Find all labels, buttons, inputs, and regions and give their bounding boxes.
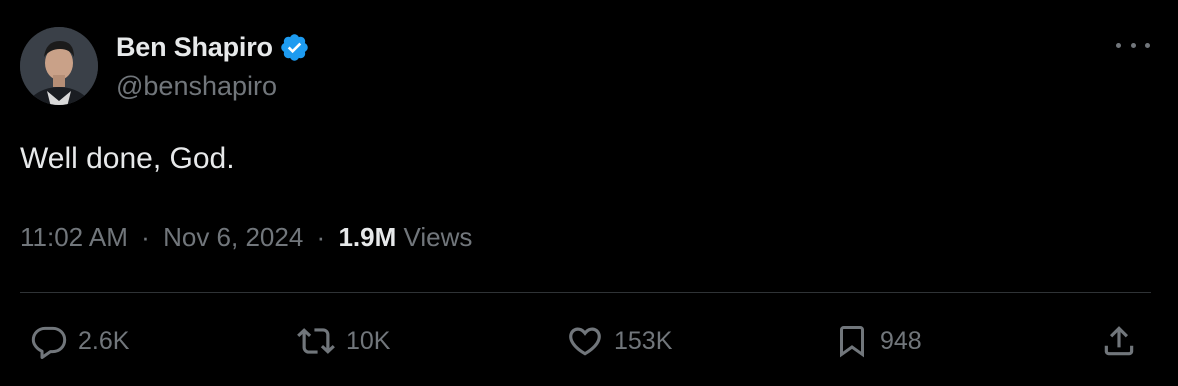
meta-separator: · xyxy=(316,222,326,252)
author-name-row: Ben Shapiro xyxy=(116,30,310,64)
repost-count: 10K xyxy=(346,326,391,355)
avatar-image xyxy=(20,27,98,105)
heart-icon xyxy=(569,327,601,356)
avatar[interactable] xyxy=(20,27,98,105)
like-count: 153K xyxy=(614,326,673,355)
like-button[interactable]: 153K xyxy=(566,320,672,362)
divider xyxy=(20,292,1151,293)
repost-icon xyxy=(297,328,335,354)
bookmark-icon xyxy=(840,326,864,358)
tweet-time[interactable]: 11:02 AM xyxy=(20,222,128,252)
tweet-text: Well done, God. xyxy=(20,142,235,175)
bookmark-button[interactable]: 948 xyxy=(834,320,922,362)
reply-button[interactable]: 2.6K xyxy=(30,320,129,362)
tweet-meta: 11:02 AM · Nov 6, 2024 · 1.9M Views xyxy=(20,222,472,253)
more-icon[interactable] xyxy=(1116,34,1150,56)
bookmark-count: 948 xyxy=(880,326,922,355)
reply-count: 2.6K xyxy=(78,326,130,355)
reply-icon xyxy=(31,326,67,359)
tweet-date[interactable]: Nov 6, 2024 xyxy=(163,222,303,252)
share-icon xyxy=(1104,326,1134,356)
meta-separator: · xyxy=(141,222,150,252)
repost-button[interactable]: 10K xyxy=(296,320,390,362)
views-label: Views xyxy=(403,222,473,252)
author-handle[interactable]: @benshapiro xyxy=(116,71,277,102)
author-display-name[interactable]: Ben Shapiro xyxy=(116,32,273,63)
share-button[interactable] xyxy=(1100,320,1138,362)
tweet-card: Ben Shapiro @benshapiro Well done, God. … xyxy=(0,0,1178,386)
verified-badge-icon[interactable] xyxy=(279,32,310,63)
views-count: 1.9M xyxy=(338,222,397,252)
